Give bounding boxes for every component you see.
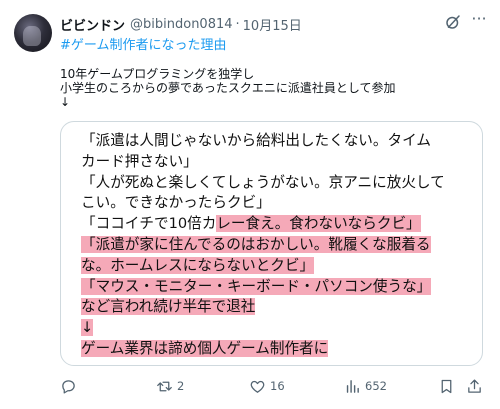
quote-highlight: ゲーム業界は諦め個人ゲーム制作者に — [81, 339, 329, 357]
views-button[interactable]: 652 — [344, 376, 387, 396]
quote-line: 「マウス・モニター・キーボード・パソコン使うな」 — [81, 277, 473, 298]
quote-plain: 「派遣は人間じゃないから給料出したくない。タイム — [81, 132, 431, 149]
share-button[interactable] — [466, 376, 487, 396]
quote-line: ゲーム業界は諦め個人ゲーム制作者に — [81, 339, 473, 360]
grok-icon[interactable] — [444, 13, 462, 31]
body-line: 10年ゲームプログラミングを独学し — [60, 67, 255, 81]
separator-dot: · — [235, 16, 240, 32]
tweet-header: ビビンドン @bibindon0814 · 10月15日 — [60, 14, 486, 34]
quote-plain: カード押さない」 — [81, 152, 198, 170]
body-line: ↓ — [60, 95, 71, 109]
body-line: 小学生のころからの夢であったスクエニに派遣社員として参加 — [60, 81, 396, 95]
quote-highlight: 「派遣が家に住んでるのはおかしい。靴履くな服着る — [81, 235, 431, 253]
analytics-icon — [346, 379, 359, 393]
views-count: 652 — [365, 379, 387, 393]
user-handle[interactable]: @bibindon0814 — [130, 17, 233, 32]
bookmark-icon — [441, 379, 452, 393]
quote-line: な。ホームレスにならないとクビ」 — [81, 256, 473, 277]
quote-highlight: など言われ続け半年で退社 — [81, 298, 256, 316]
quote-plain: 「ココイチで10倍カ — [81, 215, 217, 233]
quote-line: 「派遣が家に住んでるのはおかしい。靴履くな服着る — [81, 235, 473, 256]
quote-highlight: 「マウス・モニター・キーボード・パソコン使うな」 — [81, 277, 432, 295]
bookmark-button[interactable] — [438, 376, 459, 396]
tweet-date[interactable]: 10月15日 — [243, 15, 302, 34]
hashtag-link[interactable]: #ゲーム制作者になった理由 — [60, 34, 227, 53]
avatar[interactable] — [14, 14, 52, 52]
heart-icon — [250, 380, 265, 393]
quote-plain: こい。できなかったらクビ」 — [81, 194, 271, 212]
reply-button[interactable] — [60, 376, 81, 396]
quote-highlight: な。ホームレスにならないとクビ」 — [81, 256, 315, 274]
retweet-count: 2 — [177, 379, 185, 393]
quote-line: ↓ — [81, 318, 473, 339]
like-button[interactable]: 16 — [249, 376, 285, 396]
quote-highlight: ↓ — [81, 319, 94, 337]
more-options-icon[interactable]: ··· — [468, 11, 490, 31]
quote-line: 「ココイチで10倍カレー食え。食わないならクビ」 — [81, 214, 473, 235]
retweet-icon — [157, 381, 172, 391]
attached-image[interactable]: 「派遣は人間じゃないから給料出したくない。タイム カード押さない」 「人が死ぬと… — [60, 121, 483, 366]
action-bar: 2 16 652 — [60, 376, 486, 396]
quote-line: カード押さない」 — [81, 152, 473, 173]
reply-icon — [62, 379, 75, 394]
share-icon — [468, 378, 481, 393]
quote-line: 「派遣は人間じゃないから給料出したくない。タイム — [81, 131, 473, 152]
quote-line: こい。できなかったらクビ」 — [81, 193, 473, 214]
quote-text: 「派遣は人間じゃないから給料出したくない。タイム カード押さない」 「人が死ぬと… — [81, 131, 473, 360]
tweet-body: 10年ゲームプログラミングを独学し 小学生のころからの夢であったスクエニに派遣社… — [60, 67, 490, 109]
quote-line: 「人が死ぬと楽しくてしょうがない。京アニに放火して — [81, 173, 473, 194]
display-name[interactable]: ビビンドン — [60, 15, 125, 34]
retweet-button[interactable]: 2 — [156, 376, 184, 396]
quote-line: など言われ続け半年で退社 — [81, 297, 473, 318]
like-count: 16 — [270, 379, 285, 393]
quote-plain: 「人が死ぬと楽しくてしょうがない。京アニに放火して — [81, 173, 445, 191]
quote-highlight: レー食え。食わないならクビ」 — [216, 215, 421, 233]
